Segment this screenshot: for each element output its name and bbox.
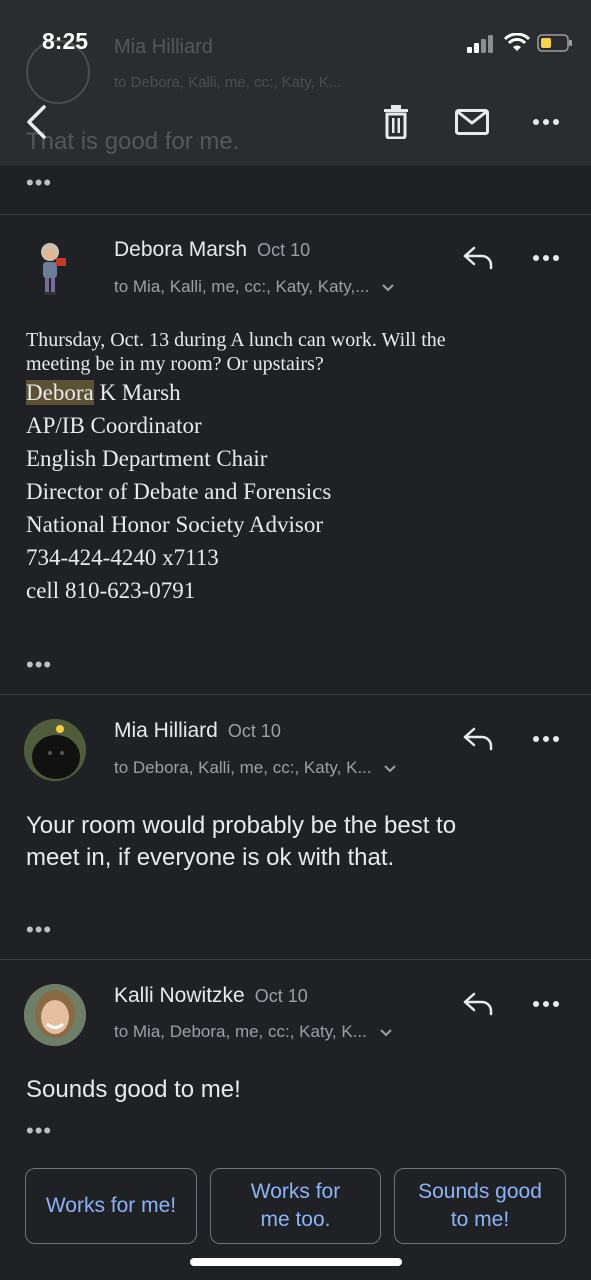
message-more-button[interactable] [526, 242, 566, 274]
chevron-down-icon [382, 283, 394, 291]
recipients-text: to Mia, Kalli, me, cc:, Katy, Katy,... [114, 277, 370, 296]
recipients-text: to Mia, Debora, me, cc:, Katy, K... [114, 1022, 367, 1041]
sender-name: Debora Marsh [114, 238, 248, 261]
smart-reply-chip[interactable]: Works for me too. [210, 1168, 381, 1244]
signature-line: National Honor Society Advisor [26, 512, 324, 537]
signature-name-rest: K Marsh [93, 380, 181, 405]
message-divider [0, 214, 591, 215]
signature-line: Director of Debate and Forensics [26, 479, 332, 504]
ghost-sender: Mia Hilliard [114, 36, 213, 58]
message-date: Oct 10 [227, 721, 281, 741]
signal-icon [467, 35, 493, 53]
signature-line: AP/IB Coordinator [26, 413, 202, 438]
reply-button[interactable] [458, 986, 498, 1022]
reply-button[interactable] [458, 721, 498, 757]
reply-icon [463, 992, 493, 1016]
battery-icon [537, 34, 572, 52]
message-header[interactable]: Mia Hilliard Oct 10 [114, 719, 281, 743]
reply-icon [463, 727, 493, 751]
more-horizontal-icon [533, 255, 559, 261]
message-divider [0, 959, 591, 960]
bitmoji-avatar-icon [41, 243, 66, 295]
more-horizontal-icon [533, 119, 559, 125]
more-options-button[interactable] [526, 104, 566, 140]
chevron-down-icon [384, 764, 397, 772]
message-header[interactable]: Debora Marsh Oct 10 [114, 238, 310, 262]
message-divider [0, 694, 591, 695]
reply-icon [463, 246, 493, 270]
message-body: Sounds good to me! [26, 1074, 566, 1106]
home-indicator[interactable] [190, 1258, 402, 1266]
body-line: meet in, if everyone is ok with that. [26, 844, 395, 871]
app-top-bar: Mia Hilliard to Debora, Kalli, me, cc:, … [0, 0, 591, 166]
smart-reply-chip[interactable]: Sounds good to me! [394, 1168, 566, 1244]
delete-button[interactable] [376, 100, 416, 144]
more-horizontal-icon [533, 1001, 559, 1007]
avatar [24, 719, 86, 781]
smart-reply-text: Sounds good [418, 1180, 542, 1203]
smart-reply-text: to me! [450, 1208, 510, 1231]
sender-name: Kalli Nowitzke [114, 984, 245, 1007]
recipients-toggle[interactable]: to Mia, Debora, me, cc:, Katy, K... [114, 1022, 392, 1042]
body-line: Thursday, Oct. 13 during A lunch can wor… [26, 329, 446, 351]
show-trimmed-content-button[interactable]: ••• [26, 172, 52, 194]
body-line: Sounds good to me! [26, 1076, 241, 1103]
body-line: Your room would probably be the best to [26, 812, 457, 839]
more-horizontal-icon [533, 736, 559, 742]
wifi-icon [504, 33, 530, 51]
status-time: 8:25 [42, 28, 89, 54]
recipients-toggle[interactable]: to Debora, Kalli, me, cc:, Katy, K... [114, 758, 397, 778]
message-date: Oct 10 [257, 240, 311, 260]
show-trimmed-content-button[interactable]: ••• [26, 1120, 52, 1142]
sender-name: Mia Hilliard [114, 719, 218, 742]
message-body: Your room would probably be the best to … [26, 810, 566, 874]
ghost-snippet: That is good for me. [26, 128, 240, 155]
message-body: Thursday, Oct. 13 during A lunch can wor… [26, 328, 566, 376]
body-line: meeting be in my room? Or upstairs? [26, 353, 324, 375]
ghost-recipients: to Debora, Kalli, me, cc:, Katy, K... [114, 74, 342, 91]
back-button[interactable] [16, 100, 56, 144]
show-trimmed-content-button[interactable]: ••• [26, 654, 52, 676]
chevron-down-icon [379, 1028, 392, 1036]
dog-photo-avatar-icon [24, 719, 86, 781]
signature-line: English Department Chair [26, 446, 268, 471]
chevron-left-icon [27, 105, 46, 139]
signature-line: cell 810-623-0791 [26, 578, 196, 603]
reply-button[interactable] [458, 240, 498, 276]
recipients-text: to Debora, Kalli, me, cc:, Katy, K... [114, 758, 372, 777]
email-signature: Debora K Marsh AP/IB Coordinator English… [26, 376, 566, 607]
message-date: Oct 10 [254, 986, 308, 1006]
signature-line: 734-424-4240 x7113 [26, 545, 219, 570]
mail-icon [455, 109, 489, 135]
smart-reply-text: Works for me! [45, 1194, 177, 1217]
person-photo-avatar-icon [24, 984, 86, 1046]
mark-unread-button[interactable] [450, 100, 494, 144]
smart-reply-text: Works for [250, 1180, 341, 1203]
avatar [24, 238, 86, 300]
smart-reply-text: me too. [260, 1208, 331, 1231]
avatar [24, 984, 86, 1046]
smart-reply-chip[interactable]: Works for me! [25, 1168, 197, 1244]
trash-icon [384, 105, 408, 139]
recipients-toggle[interactable]: to Mia, Kalli, me, cc:, Katy, Katy,... [114, 277, 394, 297]
message-more-button[interactable] [526, 723, 566, 755]
message-more-button[interactable] [526, 988, 566, 1020]
highlighted-name: Debora [26, 380, 94, 405]
message-header[interactable]: Kalli Nowitzke Oct 10 [114, 984, 308, 1008]
scrolled-header-ghost: Mia Hilliard to Debora, Kalli, me, cc:, … [0, 0, 591, 166]
show-trimmed-content-button[interactable]: ••• [26, 919, 52, 941]
